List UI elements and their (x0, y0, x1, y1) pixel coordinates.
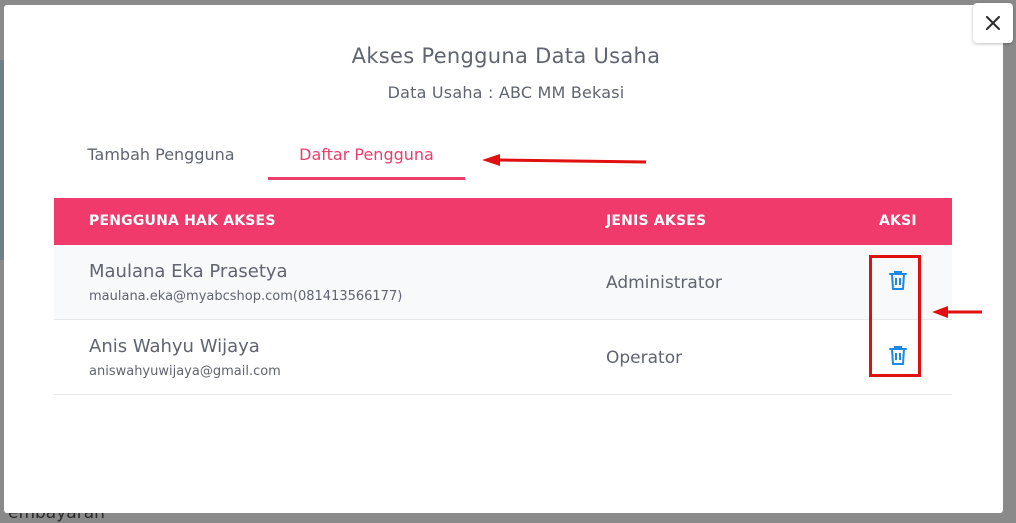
user-name: Anis Wahyu Wijaya (89, 336, 260, 357)
header-jenis-akses: JENIS AKSES (606, 213, 707, 229)
table-row: Maulana Eka Prasetya maulana.eka@myabcsh… (54, 245, 952, 320)
annotation-highlight-box (869, 255, 921, 377)
modal-title: Akses Pengguna Data Usaha (351, 44, 661, 68)
modal-subtitle: Data Usaha : ABC MM Bekasi (387, 83, 625, 102)
user-access-type: Operator (606, 348, 683, 368)
user-name: Maulana Eka Prasetya (89, 261, 288, 282)
close-icon (986, 16, 1000, 30)
user-access-type: Administrator (606, 273, 722, 293)
tab-tambah-pengguna[interactable]: Tambah Pengguna (70, 145, 252, 179)
table-row: Anis Wahyu Wijaya aniswahyuwijaya@gmail.… (54, 320, 952, 395)
header-aksi: AKSI (879, 213, 917, 229)
tab-daftar-pengguna[interactable]: Daftar Pengguna (268, 145, 465, 180)
header-pengguna: PENGGUNA HAK AKSES (89, 213, 276, 229)
close-button[interactable] (973, 3, 1013, 43)
user-contact: maulana.eka@myabcshop.com(081413566177) (89, 289, 403, 304)
annotation-arrow-tab (482, 154, 647, 166)
user-contact: aniswahyuwijaya@gmail.com (89, 364, 281, 379)
user-table: PENGGUNA HAK AKSES JENIS AKSES AKSI Maul… (54, 198, 952, 395)
annotation-arrow-action (932, 306, 982, 318)
table-header: PENGGUNA HAK AKSES JENIS AKSES AKSI (54, 198, 952, 245)
